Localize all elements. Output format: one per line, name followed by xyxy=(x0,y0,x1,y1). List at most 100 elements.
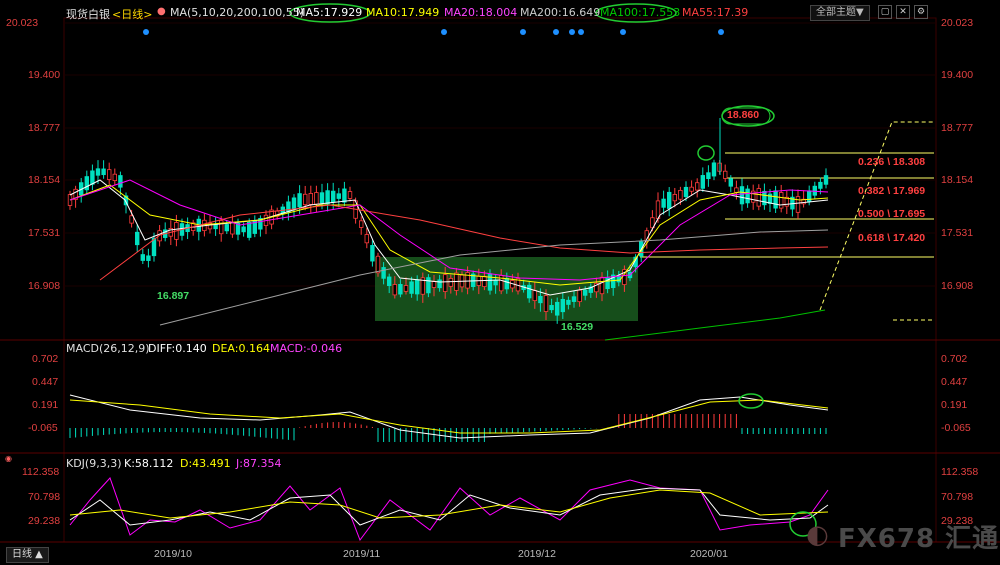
kdj-title: KDJ(9,3,3) xyxy=(66,457,122,470)
event-dot-7 xyxy=(718,29,724,35)
candle-body-47 xyxy=(330,190,336,203)
candle-body-39 xyxy=(286,201,291,213)
kdj-tick-right-2: 70.798 xyxy=(941,491,974,503)
candle-body-58 xyxy=(392,284,397,296)
candle-body-78 xyxy=(504,278,509,290)
kdj-tick-right-1: 112.358 xyxy=(941,466,979,478)
macd-tick-left-2: 0.447 xyxy=(32,376,59,388)
event-dot-0 xyxy=(143,29,149,35)
macd-tick-left-1: 0.702 xyxy=(32,353,59,365)
candle-body-89 xyxy=(566,299,571,305)
macd-tick-left-4: -0.065 xyxy=(28,422,58,434)
candle-body-112 xyxy=(695,182,700,191)
expand-icon[interactable]: ▢ xyxy=(878,5,892,19)
candle-body-111 xyxy=(689,186,694,192)
candle-body-95 xyxy=(599,276,605,295)
theme-dropdown[interactable]: 全部主题▼ xyxy=(810,5,870,21)
candle-body-123 xyxy=(756,188,761,207)
ma200-value: MA200:16.649 xyxy=(520,6,601,19)
candle-body-114 xyxy=(706,172,711,180)
kdj-j: J:87.354 xyxy=(236,457,282,470)
kdj-j-line xyxy=(69,477,829,542)
candle-body-32 xyxy=(246,221,252,238)
watermark-logo-icon: ◐ xyxy=(806,520,829,550)
fib-label-0382: 0.382 \ 17.969 xyxy=(858,185,926,197)
candle-body-75 xyxy=(487,273,493,291)
price-tick-right-4: 18.154 xyxy=(941,174,974,186)
candle-body-134 xyxy=(818,181,823,189)
candle-body-130 xyxy=(795,196,801,213)
time-tick-3: 2019/12 xyxy=(518,548,556,560)
kdj-tick-left-3: 29.238 xyxy=(28,515,61,527)
candle-body-91 xyxy=(577,289,582,303)
candle-body-86 xyxy=(549,305,554,311)
price-tick-left-1: 20.023 xyxy=(6,17,39,29)
event-dot-6 xyxy=(620,29,626,35)
candle-body-113 xyxy=(700,175,705,189)
instrument-name: 现货白银 xyxy=(66,8,110,21)
candle-body-56 xyxy=(381,267,386,279)
candle-body-57 xyxy=(386,276,392,287)
candle-body-6 xyxy=(101,168,106,176)
candle-body-92 xyxy=(583,289,588,296)
macd-tick-right-4: -0.065 xyxy=(941,422,971,434)
kdj-tick-left-1: 112.358 xyxy=(22,466,60,478)
candle-body-40 xyxy=(291,197,297,210)
ma100-value: MA100:17.553 xyxy=(600,6,681,19)
macd-diff: DIFF:0.140 xyxy=(148,342,207,355)
candle-body-61 xyxy=(409,281,414,294)
candle-body-90 xyxy=(571,296,577,302)
candle-body-46 xyxy=(325,190,330,205)
price-tick-right-6: 16.908 xyxy=(941,280,974,292)
candle-body-84 xyxy=(538,296,543,304)
macd-tick-right-1: 0.702 xyxy=(941,353,968,365)
price-tick-left-4: 18.154 xyxy=(28,174,61,186)
candle-body-27 xyxy=(218,220,224,235)
event-dot-5 xyxy=(578,29,584,35)
ma20-value: MA20:18.004 xyxy=(444,6,518,19)
kdj-tick-left-2: 70.798 xyxy=(28,491,61,503)
candle-body-41 xyxy=(297,193,302,208)
macd-tick-right-3: 0.191 xyxy=(941,399,968,411)
candle-body-118 xyxy=(728,178,733,187)
candle-body-66 xyxy=(437,279,442,289)
candle-body-11 xyxy=(129,215,134,224)
candle-body-87 xyxy=(555,301,560,316)
price-tick-left-3: 18.777 xyxy=(28,122,61,134)
ma-params: MA(5,10,20,200,100,55) xyxy=(170,6,305,19)
price-tick-left-5: 17.531 xyxy=(28,227,61,239)
time-tick-2: 2019/11 xyxy=(343,548,381,560)
macd-title: MACD(26,12,9) xyxy=(66,342,150,355)
candle-body-29 xyxy=(230,222,235,235)
candle-body-64 xyxy=(426,277,431,294)
chart-window[interactable]: 现货白银 <日线> ● MA(5,10,20,200,100,55) MA5:1… xyxy=(0,0,1000,565)
candle-body-3 xyxy=(84,176,89,191)
fib-label-0236: 0.236 \ 18.308 xyxy=(858,156,926,168)
price-tick-right-2: 19.400 xyxy=(941,69,974,81)
candle-body-5 xyxy=(95,168,101,176)
gear-icon[interactable]: ⚙ xyxy=(914,5,928,19)
price-tick-right-5: 17.531 xyxy=(941,227,974,239)
candle-body-117 xyxy=(723,170,728,179)
low-label-2: 16.529 xyxy=(561,321,594,333)
candle-body-60 xyxy=(403,285,409,292)
candle-body-31 xyxy=(241,226,246,233)
candle-body-121 xyxy=(745,188,750,204)
candle-body-108 xyxy=(672,194,677,202)
close-icon[interactable]: ✕ xyxy=(896,5,910,19)
candle-body-7 xyxy=(107,169,112,180)
candle-body-126 xyxy=(773,190,778,209)
macd-dea: DEA:0.164 xyxy=(212,342,270,355)
candle-body-12 xyxy=(134,231,140,246)
chart-canvas[interactable] xyxy=(0,0,1000,565)
period-tag[interactable]: <日线> xyxy=(112,6,152,22)
candle-body-83 xyxy=(532,290,537,301)
candle-body-76 xyxy=(493,279,498,286)
candle-body-55 xyxy=(375,255,381,274)
watermark: FX678 汇通网 xyxy=(838,524,1000,554)
event-dot-2 xyxy=(520,29,526,35)
candle-body-107 xyxy=(667,191,672,209)
kdj-settings-icon[interactable]: ◉ xyxy=(5,454,12,463)
candle-body-109 xyxy=(678,189,683,200)
period-button[interactable]: 日线 ▲ xyxy=(6,547,49,563)
